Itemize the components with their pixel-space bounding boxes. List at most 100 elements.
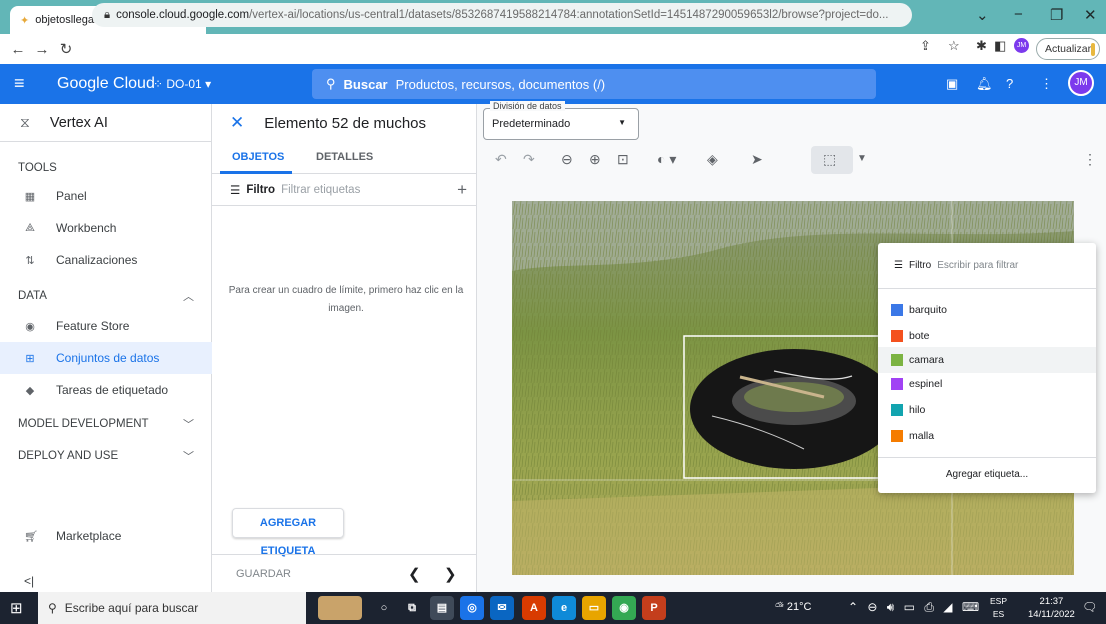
nav-item-marketplace[interactable]: 🛒︎ Marketplace	[0, 520, 212, 552]
label-option[interactable]: barquito	[878, 297, 1096, 323]
nav-item-labeling-tasks[interactable]: ◆ Tareas de etiquetado	[0, 374, 212, 406]
input-language-indicator[interactable]: ESP ES	[990, 595, 1007, 621]
label-option[interactable]: hilo	[878, 397, 1096, 423]
zoom-in-icon[interactable]: ⊕	[589, 151, 601, 168]
side-panel-icon[interactable]: ◧	[994, 38, 1006, 54]
label-picker-filter-input[interactable]: Escribir para filtrar	[937, 260, 1018, 271]
cortana-icon[interactable]: ○	[372, 596, 396, 620]
nav-item-workbench[interactable]: ⟁ Workbench	[0, 212, 212, 244]
forward-icon[interactable]: →	[30, 41, 54, 58]
product-title: Vertex AI	[49, 114, 108, 131]
tab-details[interactable]: DETALLES	[316, 151, 373, 163]
chevron-down-icon: ﹀	[183, 419, 194, 431]
file-explorer-icon[interactable]: ▭	[582, 596, 606, 620]
profile-avatar[interactable]: JM	[1014, 38, 1029, 53]
tab-objects[interactable]: OBJETOS	[232, 151, 284, 163]
select-pointer-icon[interactable]: ➤	[751, 151, 763, 168]
label-option[interactable]: malla	[878, 423, 1096, 449]
label-option[interactable]: camara	[878, 347, 1096, 373]
label-tag-icon: ◆	[25, 384, 35, 397]
search-input[interactable]: ⚲ Buscar Productos, recursos, documentos…	[312, 69, 876, 99]
nav-item-label: Marketplace	[56, 529, 122, 543]
section-data[interactable]: DATA ︿	[0, 280, 212, 312]
brightness-icon[interactable]: ◐ ▾	[657, 151, 676, 168]
label-color-swatch	[891, 404, 903, 416]
data-split-select[interactable]: División de datos Predeterminado ▼	[483, 101, 639, 140]
zoom-out-icon[interactable]: ⊖	[561, 151, 573, 168]
clock-time: 21:37	[1039, 596, 1064, 607]
account-avatar[interactable]: JM	[1068, 70, 1094, 96]
back-icon[interactable]: ←	[6, 41, 30, 58]
share-icon[interactable]: ⇪	[920, 38, 931, 54]
label-picker-filter[interactable]: ☰ Filtro Escribir para filtrar	[878, 243, 1096, 289]
close-icon[interactable]: ✕	[230, 113, 244, 133]
more-options-icon[interactable]: ⋮	[1040, 76, 1053, 92]
cloud-shell-icon[interactable]: ▣	[946, 76, 958, 92]
collapse-nav-icon[interactable]: <|	[24, 574, 34, 588]
store-icon[interactable]: ▤	[430, 596, 454, 620]
system-tray-icons[interactable]: ⌃ ⊖ 🔊︎ ▭ ⎙ ◢ ⌨	[848, 600, 982, 615]
redo-icon[interactable]: ↷	[523, 151, 535, 168]
menu-icon[interactable]: ≡	[14, 73, 25, 94]
undo-icon[interactable]: ↶	[495, 151, 507, 168]
edge-icon[interactable]: e	[552, 596, 576, 620]
close-window-icon[interactable]: ✕	[1084, 6, 1097, 24]
reload-icon[interactable]: ↻	[54, 40, 78, 58]
notifications-icon[interactable]: 🔔︎	[976, 76, 993, 92]
taskbar-clock[interactable]: 21:37 14/11/2022	[1028, 595, 1075, 621]
section-label: MODEL DEVELOPMENT	[18, 418, 149, 430]
filter-input[interactable]: Filtrar etiquetas	[281, 184, 360, 196]
notification-center-icon[interactable]: 🗨︎	[1082, 600, 1097, 614]
minimize-icon[interactable]: −	[1014, 6, 1023, 23]
search-icon: ⚲	[48, 601, 57, 615]
datasets-icon: ⊞	[25, 352, 35, 365]
weather-temp: 21°C	[786, 601, 812, 613]
nav-item-feature-store[interactable]: ◉ Feature Store	[0, 310, 212, 342]
tab-search-chevron-icon[interactable]: ⌄	[976, 6, 989, 24]
lang-bottom: ES	[992, 609, 1005, 619]
label-filter[interactable]: ☰ Filtro Filtrar etiquetas +	[212, 174, 477, 206]
product-header: ⧖ Vertex AI	[0, 104, 212, 142]
section-model-development[interactable]: MODEL DEVELOPMENT ﹀	[0, 408, 212, 440]
update-browser-button[interactable]: Actualizar	[1036, 38, 1100, 60]
weather-widget[interactable]: ⛅︎ 21°C	[775, 601, 811, 614]
next-item-icon[interactable]: ❯	[444, 565, 457, 583]
help-icon[interactable]: ?	[1006, 76, 1013, 91]
chrome-profile-icon[interactable]: ◉	[612, 596, 636, 620]
label-option[interactable]: bote	[878, 323, 1096, 349]
project-selector[interactable]: ⁘ DO-01 ▾	[153, 77, 211, 91]
add-label-link[interactable]: Agregar etiqueta...	[878, 469, 1096, 480]
bookmark-star-icon[interactable]: ☆	[948, 38, 960, 54]
tool-dropdown-icon[interactable]: ▼	[857, 153, 867, 164]
left-navigation: ⧖ Vertex AI TOOLS ▦ Panel ⟁ Workbench ⇅ Can…	[0, 104, 212, 592]
invert-colors-icon[interactable]: ◈	[707, 151, 718, 168]
more-vert-icon[interactable]: ⋮	[1083, 151, 1097, 168]
nav-item-pipelines[interactable]: ⇅ Canalizaciones	[0, 244, 212, 276]
taskbar-search[interactable]: ⚲ Escribe aquí para buscar	[38, 592, 306, 624]
bounding-box-tool-icon[interactable]: ⬚	[823, 151, 836, 168]
project-name: DO-01	[166, 77, 202, 91]
item-title: Elemento 52 de muchos	[264, 114, 427, 132]
nav-item-datasets[interactable]: ⊞ Conjuntos de datos	[0, 342, 212, 374]
lock-icon: 🔒︎	[104, 8, 111, 21]
add-icon[interactable]: +	[457, 180, 467, 200]
save-button[interactable]: GUARDAR	[236, 568, 291, 580]
label-option[interactable]: espinel	[878, 371, 1096, 397]
label-option-name: bote	[909, 330, 930, 342]
extensions-icon[interactable]: ✱	[976, 38, 987, 54]
section-deploy-and-use[interactable]: DEPLOY AND USE ﹀	[0, 440, 212, 472]
previous-item-icon[interactable]: ❮	[408, 565, 421, 583]
powerpoint-icon[interactable]: P	[642, 596, 666, 620]
url-bar[interactable]: 🔒︎ console.cloud.google.com/vertex-ai/lo…	[92, 3, 912, 27]
nav-item-panel[interactable]: ▦ Panel	[0, 180, 212, 212]
google-cloud-logo[interactable]: Google Cloud	[57, 75, 155, 93]
chrome-app-icon[interactable]: ◎	[460, 596, 484, 620]
acrobat-icon[interactable]: A	[522, 596, 546, 620]
fit-to-screen-icon[interactable]: ⊡	[617, 151, 629, 168]
mail-icon[interactable]: ✉	[490, 596, 514, 620]
restore-icon[interactable]: ❐	[1050, 6, 1063, 24]
task-view-icon[interactable]: ⧉	[400, 596, 424, 620]
search-highlight-icon[interactable]	[318, 596, 362, 620]
windows-start-icon[interactable]: ⊞	[10, 599, 23, 617]
add-label-button[interactable]: AGREGAR ETIQUETA	[232, 508, 344, 557]
